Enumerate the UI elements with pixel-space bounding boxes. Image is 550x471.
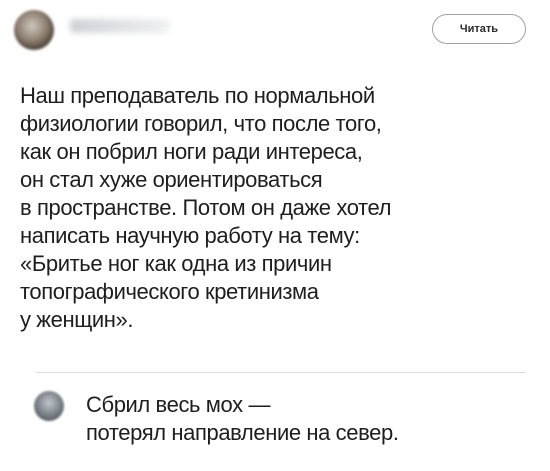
post-text-line: физиологии говорил, что после того, [20,111,382,136]
post-text-line: Наш преподаватель по нормальной [20,83,375,108]
post-text-line: написать научную работу на тему: [20,223,360,248]
divider [36,372,526,373]
read-button[interactable]: Читать [432,14,526,44]
post-text-line: топографического кретинизма [20,279,319,304]
post-text-line: у женщин». [20,307,134,332]
reply-text: Сбрил весь мох — потерял направление на … [86,391,526,447]
post-text-line: как он побрил ноги ради интереса, [20,139,363,164]
reply-text-line: потерял направление на север. [86,420,399,445]
reply-text-line: Сбрил весь мох — [86,392,271,417]
reply-author-avatar[interactable] [34,391,64,421]
post-card: Читать Наш преподаватель по нормальной ф… [0,0,550,471]
author-name-blurred[interactable] [70,19,170,33]
post-text: Наш преподаватель по нормальной физиолог… [20,82,535,334]
post-text-line: в пространстве. Потом он даже хотел [20,195,392,220]
post-text-line: «Бритье ног как одна из причин [20,251,332,276]
author-avatar[interactable] [14,10,54,50]
post-text-line: он стал хуже ориентироваться [20,167,323,192]
